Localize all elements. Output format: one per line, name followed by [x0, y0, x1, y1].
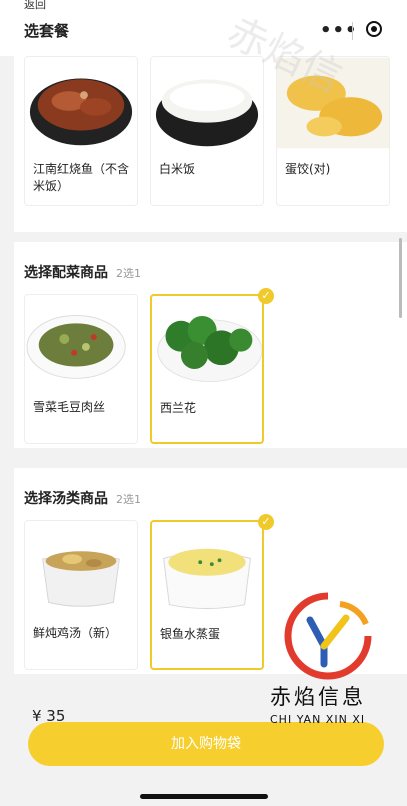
- side-dish-card-selected[interactable]: 西兰花: [150, 294, 264, 444]
- broccoli-image: [152, 297, 262, 387]
- brand-name-en: CHI YAN XIN XI: [270, 713, 366, 726]
- soup-name: 鲜炖鸡汤（新）: [33, 626, 118, 640]
- main-dish-card[interactable]: 江南红烧鱼（不含米饭）: [24, 56, 138, 206]
- selected-check-icon: ✓: [258, 514, 274, 530]
- capsule-divider: [352, 22, 353, 40]
- side-dish-section: 选择配菜商品 2选1 雪菜毛豆肉丝 西兰花 ✓: [14, 242, 407, 448]
- soup-card[interactable]: 鲜炖鸡汤（新）: [24, 520, 138, 670]
- soup-card-selected[interactable]: 银鱼水蒸蛋: [150, 520, 264, 670]
- main-dish-section: 江南红烧鱼（不含米饭） 白米饭 蛋饺(对): [14, 56, 407, 232]
- section-title-text: 选择配菜商品: [24, 265, 108, 281]
- main-dish-card[interactable]: 白米饭: [150, 56, 264, 206]
- chicken-soup-image: [25, 521, 137, 613]
- side-dish-section-title: 选择配菜商品 2选1: [24, 262, 141, 282]
- brand-name-cn: 赤焰信息: [270, 685, 366, 709]
- back-label[interactable]: 返回: [24, 0, 46, 12]
- side-dish-name: 西兰花: [160, 401, 197, 415]
- rice-bowl-image: [151, 57, 263, 149]
- vegetable-stir-fry-image: [25, 295, 137, 387]
- main-dish-name: 白米饭: [159, 162, 196, 176]
- main-dish-name: 江南红烧鱼（不含米饭）: [33, 162, 130, 193]
- side-dish-name: 雪菜毛豆肉丝: [33, 400, 106, 414]
- side-dish-card[interactable]: 雪菜毛豆肉丝: [24, 294, 138, 444]
- scrollbar[interactable]: [399, 238, 402, 318]
- soup-name: 银鱼水蒸蛋: [160, 627, 221, 641]
- braised-fish-image: [25, 57, 137, 149]
- section-hint: 2选1: [116, 493, 141, 506]
- section-hint: 2选1: [116, 267, 141, 280]
- section-title-text: 选择汤类商品: [24, 491, 108, 507]
- brand-logo-icon: [284, 592, 372, 680]
- selected-check-icon: ✓: [258, 288, 274, 304]
- home-indicator: [140, 794, 268, 799]
- brand-watermark: 赤焰信息 CHI YAN XIN XI: [270, 590, 407, 740]
- steamed-egg-image: [152, 523, 262, 613]
- soup-section-title: 选择汤类商品 2选1: [24, 488, 141, 508]
- close-miniprogram-icon[interactable]: [366, 21, 382, 37]
- page-title: 选套餐: [24, 22, 70, 40]
- main-dish-name: 蛋饺(对): [285, 162, 331, 176]
